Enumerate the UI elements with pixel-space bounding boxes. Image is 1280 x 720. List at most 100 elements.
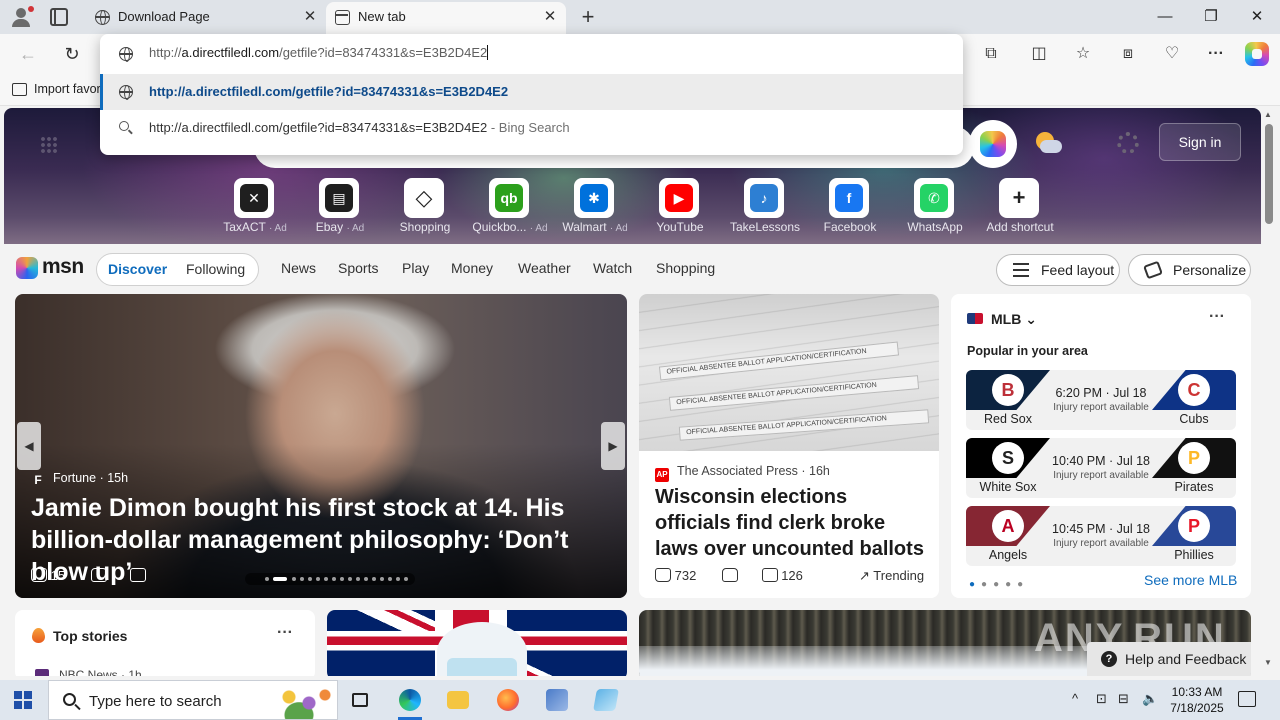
comment-icon[interactable]	[130, 568, 147, 582]
close-tab-icon[interactable]: ✕	[542, 2, 558, 32]
carousel-dot[interactable]	[316, 577, 320, 581]
scroll-up-icon[interactable]: ▲	[1264, 110, 1272, 119]
personalize-button[interactable]: Personalize	[1128, 254, 1251, 286]
like-icon[interactable]	[31, 568, 47, 582]
weather-icon[interactable]	[1034, 130, 1062, 156]
shortcut-tile[interactable]: ✆ WhatsApp	[892, 178, 978, 240]
carousel-dot[interactable]	[396, 577, 400, 581]
game-row[interactable]: A P Angels Phillies 10:45 PM · Jul 18 Injury …	[966, 506, 1236, 566]
settings-more-icon[interactable]: ···	[1204, 42, 1228, 66]
nav-weather[interactable]: Weather	[518, 260, 571, 276]
tab-following[interactable]: Following	[186, 261, 245, 277]
story-headline[interactable]: Wisconsin elections officials find clerk…	[655, 484, 927, 562]
carousel-dot[interactable]	[324, 577, 328, 581]
address-text[interactable]: http://a.directfiledl.com/getfile?id=834…	[149, 45, 489, 60]
like-icon[interactable]	[655, 568, 671, 582]
carousel-dot[interactable]	[340, 577, 344, 581]
firefox-icon[interactable]	[484, 680, 532, 720]
shortcut-tile[interactable]: ◇ Shopping	[382, 178, 468, 240]
windows-start-icon[interactable]	[14, 691, 32, 709]
nav-watch[interactable]: Watch	[593, 260, 632, 276]
carousel-dot[interactable]	[404, 577, 408, 581]
collections-icon[interactable]: ⧈	[1116, 42, 1140, 66]
shortcut-tile[interactable]: ✱ Walmart · Ad	[552, 178, 638, 240]
dislike-icon[interactable]	[90, 568, 107, 582]
more-options-icon[interactable]: ···	[277, 624, 293, 642]
copilot-icon[interactable]	[1245, 42, 1269, 66]
mlb-title-dropdown[interactable]: MLB ⌄	[967, 311, 1037, 328]
shortcut-tile[interactable]: ♪ TakeLessons	[722, 178, 808, 240]
bing-search-suggestion[interactable]: http://a.directfiledl.com/getfile?id=834…	[100, 110, 963, 146]
dislike-icon[interactable]	[721, 568, 738, 582]
nav-play[interactable]: Play	[402, 260, 429, 276]
refresh-button[interactable]: ↻	[58, 40, 86, 68]
volume-icon[interactable]: 🔈	[1142, 691, 1158, 707]
carousel-dot[interactable]	[364, 577, 368, 581]
shortcut-tile[interactable]: ✕ TaxACT · Ad	[212, 178, 298, 240]
tab-discover[interactable]: Discover	[108, 261, 167, 277]
nav-news[interactable]: News	[281, 260, 316, 276]
carousel-dot[interactable]	[273, 577, 287, 581]
page-settings-gear-icon[interactable]	[1117, 132, 1139, 154]
help-feedback-button[interactable]: ? Help and Feedback	[1087, 642, 1251, 676]
carousel-dot[interactable]	[348, 577, 352, 581]
game-row[interactable]: B C Red Sox Cubs 6:20 PM · Jul 18 Injury repo…	[966, 370, 1236, 430]
edge-taskbar-icon[interactable]	[386, 680, 434, 720]
msn-logo[interactable]: msn	[16, 254, 84, 282]
tab-download-page[interactable]: Download Page ✕	[86, 2, 326, 34]
show-hidden-icons[interactable]: ^	[1072, 691, 1078, 706]
back-button[interactable]: ←	[14, 40, 42, 68]
app-launcher-icon[interactable]	[40, 136, 58, 154]
carousel-prev-button[interactable]: ◀	[17, 422, 41, 470]
close-tab-icon[interactable]: ✕	[302, 2, 318, 32]
taskbar-clock[interactable]: 10:33 AM 7/18/2025	[1165, 684, 1229, 716]
game-row[interactable]: S P White Sox Pirates 10:40 PM · Jul 18 Injur…	[966, 438, 1236, 498]
shortcut-tile[interactable]: ▶ YouTube	[637, 178, 723, 240]
split-screen-icon[interactable]: ◫	[1027, 42, 1051, 66]
profile-icon[interactable]	[8, 5, 34, 29]
page-scrollbar[interactable]: ▲ ▼	[1262, 106, 1276, 676]
copilot-icon[interactable]	[969, 120, 1017, 168]
carousel-dot[interactable]	[292, 577, 296, 581]
extensions-icon[interactable]: ⧉	[979, 42, 1003, 66]
news-story-card[interactable]: OFFICIAL ABSENTEE BALLOT APPLICATION/CER…	[639, 294, 939, 598]
favorites-star-icon[interactable]: ☆	[1071, 42, 1095, 66]
carousel-dot[interactable]	[388, 577, 392, 581]
address-input[interactable]: http://a.directfiledl.com/getfile?id=834…	[100, 34, 963, 74]
scroll-down-icon[interactable]: ▼	[1264, 658, 1272, 667]
task-view-icon[interactable]	[336, 680, 384, 720]
browser-essentials-icon[interactable]: ♡	[1160, 42, 1184, 66]
taskbar-search-box[interactable]: Type here to search	[48, 680, 338, 720]
nav-shopping[interactable]: Shopping	[656, 260, 715, 276]
see-more-mlb-link[interactable]: See more MLB	[1144, 572, 1237, 588]
scroll-thumb[interactable]	[1265, 124, 1273, 224]
restore-button[interactable]: ❐	[1188, 0, 1234, 34]
carousel-dot[interactable]	[356, 577, 360, 581]
shortcut-tile[interactable]: qb Quickbo... · Ad	[467, 178, 553, 240]
carousel-dot[interactable]	[332, 577, 336, 581]
close-window-button[interactable]: ✕	[1234, 0, 1280, 34]
story-image-card[interactable]: ANY.RUN ? Help and Feedback	[639, 610, 1251, 676]
security-icon[interactable]: ⊡	[1096, 691, 1107, 707]
carousel-dot[interactable]	[308, 577, 312, 581]
sign-in-button[interactable]: Sign in	[1159, 123, 1241, 161]
notifications-icon[interactable]	[1238, 691, 1256, 707]
feed-layout-button[interactable]: Feed layout	[996, 254, 1120, 286]
tab-new-tab[interactable]: New tab ✕	[326, 2, 566, 34]
carousel-dot[interactable]	[380, 577, 384, 581]
more-options-icon[interactable]: ···	[1209, 308, 1225, 326]
comment-icon[interactable]	[761, 568, 778, 582]
nav-money[interactable]: Money	[451, 260, 493, 276]
carousel-next-button[interactable]: ▶	[601, 422, 625, 470]
nav-sports[interactable]: Sports	[338, 260, 378, 276]
new-tab-button[interactable]: +	[576, 3, 600, 31]
url-suggestion[interactable]: http://a.directfiledl.com/getfile?id=834…	[100, 74, 963, 110]
carousel-dot[interactable]	[372, 577, 376, 581]
notepad-app-icon[interactable]	[582, 680, 630, 720]
file-explorer-icon[interactable]	[434, 680, 482, 720]
tab-actions-icon[interactable]	[50, 8, 68, 26]
shortcut-tile[interactable]: f Facebook	[807, 178, 893, 240]
carousel-dot[interactable]	[265, 577, 269, 581]
main-story-card[interactable]: ◀ ▶ F Fortune · 15h Jamie Dimon bought hi…	[15, 294, 627, 598]
network-icon[interactable]: ⊟	[1118, 691, 1129, 707]
